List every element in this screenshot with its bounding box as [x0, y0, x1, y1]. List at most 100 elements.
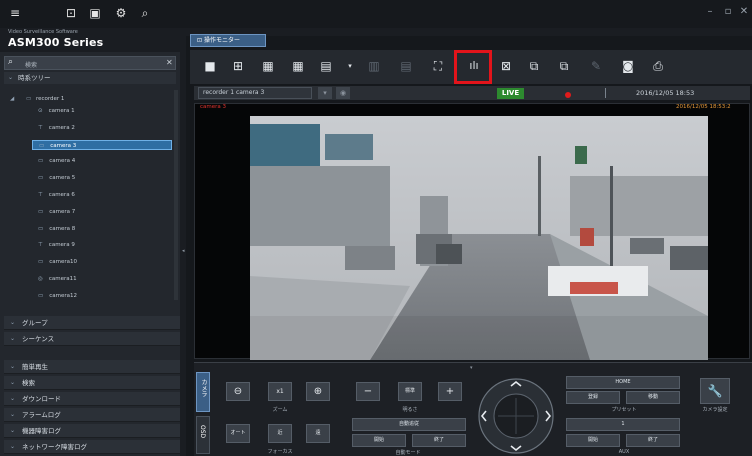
auto-mode-end-button[interactable]: 終了	[412, 434, 466, 447]
layout-custom-icon[interactable]: ▥	[364, 56, 384, 76]
image-icon[interactable]: ▣	[88, 6, 102, 20]
sidebar-section[interactable]: ⌄ 機器障害ログ	[4, 424, 180, 438]
layout-dropdown-icon[interactable]: ▾	[340, 56, 360, 76]
camera-item[interactable]: ⊤ camera 6	[32, 190, 172, 200]
tree-header[interactable]: ⌄ 時系ツリー	[4, 72, 176, 84]
minimize-button[interactable]: –	[704, 6, 716, 18]
preset-select[interactable]: HOME	[566, 376, 680, 389]
brightness-plus-button[interactable]: +	[438, 382, 462, 401]
brightness-minus-button[interactable]: −	[356, 382, 380, 401]
camera-item[interactable]: ◎ camera11	[32, 274, 172, 284]
camera-settings-caption: カメラ設定	[702, 407, 728, 413]
tab-camera[interactable]: カメラ	[196, 372, 210, 412]
fullscreen-icon[interactable]: ⛶	[428, 56, 448, 76]
recorder-icon: ▭	[25, 96, 32, 102]
camera-select-dropdown-icon[interactable]: ▾	[318, 87, 332, 99]
edit-icon[interactable]: ✎	[586, 56, 606, 76]
sidebar-section[interactable]: ⌄ グループ	[4, 316, 180, 330]
zoom-x1-button[interactable]: x1	[268, 382, 292, 401]
layout-1x1-icon[interactable]: ■	[200, 56, 220, 76]
clear-icon[interactable]: ✕	[166, 58, 173, 67]
zoom-in-button[interactable]: ⊕	[306, 382, 330, 401]
sidebar-section[interactable]: ⌄ 検索	[4, 376, 180, 390]
camera-item[interactable]: ⊙ camera 1	[32, 106, 172, 116]
sidebar-section-label: 簡単再生	[22, 363, 48, 371]
camera-settings-button[interactable]: 🔧	[700, 378, 730, 404]
auto-mode-start-button[interactable]: 開始	[352, 434, 406, 447]
menu-icon[interactable]: ≡	[8, 6, 22, 20]
focus-far-button[interactable]: 遠	[306, 424, 330, 443]
zoom-out-button[interactable]: ⊖	[226, 382, 250, 401]
sidebar-section-label: 機器障害ログ	[22, 427, 61, 435]
layout-3x3-icon[interactable]: ▦	[258, 56, 278, 76]
sidebar-section-label: ネットワーク障害ログ	[22, 443, 87, 451]
tab-operation-monitor[interactable]: ⊡ 操作モニター	[190, 34, 266, 47]
camera-item[interactable]: ▭ camera 5	[32, 173, 172, 183]
sidebar-section[interactable]: ⌄ ネットワーク障害ログ	[4, 440, 180, 454]
live-badge: LIVE	[497, 88, 524, 99]
brand-subtitle: Video Surveillance Software	[8, 29, 78, 35]
gear-icon[interactable]: ⚙	[114, 6, 128, 20]
camera-item[interactable]: ▭ camera 8	[32, 224, 172, 234]
tab-osd[interactable]: OSD	[196, 416, 210, 454]
camera-item-label: camera 6	[48, 192, 75, 198]
sidebar-section[interactable]: ⌄ 簡単再生	[4, 360, 180, 374]
camera-icon: ⊤	[38, 242, 43, 249]
camera-icon: ▭	[38, 158, 44, 165]
camera-item[interactable]: ▭ camera 7	[32, 207, 172, 217]
search-placeholder: 検索	[25, 62, 38, 69]
focus-auto-button[interactable]: オート	[226, 424, 250, 443]
camera-info-icon[interactable]: ◉	[336, 87, 350, 99]
sidebar-collapse-icon[interactable]: ◂	[182, 248, 185, 254]
layout-wide-icon[interactable]: ▤	[396, 56, 416, 76]
camera-icon: ▭	[38, 292, 44, 299]
layout-2x2-icon[interactable]: ⊞	[228, 56, 248, 76]
search-icon: ⌕	[8, 57, 14, 67]
recorder-node[interactable]: ◢ ▭ recorder 1	[10, 94, 170, 104]
collapse-icon: ◢	[10, 96, 15, 102]
camera-item-label: camera 9	[48, 242, 75, 249]
maximize-button[interactable]: ▫	[722, 6, 734, 18]
snapshot-grid-icon[interactable]: ⊠	[496, 56, 516, 76]
camera-item-label: camera12	[49, 292, 77, 299]
preset-register-button[interactable]: 登録	[566, 391, 620, 404]
search-input[interactable]: ⌕ 検索 ✕	[4, 56, 176, 70]
chevron-down-icon: ⌄	[10, 411, 16, 418]
camera-item[interactable]: ⊤ camera 9	[32, 240, 172, 250]
camera-item[interactable]: ▭ camera 3	[32, 139, 172, 150]
playback-icon[interactable]: ⧉	[524, 56, 544, 76]
focus-near-button[interactable]: 近	[268, 424, 292, 443]
camera-item[interactable]: ▭ camera 4	[32, 156, 172, 166]
sidebar-section[interactable]: ⌄ シーケンス	[4, 332, 180, 346]
close-button[interactable]: ✕	[738, 6, 750, 18]
sidebar-section[interactable]: ⌄ ダウンロード	[4, 392, 180, 406]
camera-icon[interactable]: ◙	[618, 56, 638, 76]
layout-list-icon[interactable]: ▤	[316, 56, 336, 76]
highlight-box	[454, 50, 492, 84]
aux-end-button[interactable]: 終了	[626, 434, 680, 447]
ptz-control-pad[interactable]	[478, 378, 554, 454]
preset-move-button[interactable]: 移動	[626, 391, 680, 404]
panel-collapse-icon[interactable]: ▾	[470, 365, 473, 371]
layout-4x4-icon[interactable]: ▦	[288, 56, 308, 76]
monitor-icon[interactable]: ⊡	[64, 6, 78, 20]
camera-icon: ◎	[38, 276, 43, 282]
aux-select[interactable]: 1	[566, 418, 680, 431]
sidebar-scrollbar[interactable]	[174, 90, 178, 300]
search-icon[interactable]: ⌕	[138, 6, 152, 20]
recording-indicator	[565, 92, 571, 98]
chevron-down-icon: ⌄	[10, 427, 16, 434]
camera-item[interactable]: ▭ camera12	[32, 291, 172, 301]
camera-item[interactable]: ▭ camera10	[32, 257, 172, 267]
copy-icon[interactable]: ⧉	[554, 56, 574, 76]
camera-item[interactable]: ⊤ camera 2	[32, 123, 172, 133]
aux-start-button[interactable]: 開始	[566, 434, 620, 447]
recorder-label: recorder 1	[35, 96, 65, 102]
camera-item-label: camera 1	[48, 108, 75, 114]
sidebar-section[interactable]: ⌄ アラームログ	[4, 408, 180, 422]
chevron-down-icon: ⌄	[8, 74, 14, 81]
auto-mode-select[interactable]: 自動追従	[352, 418, 466, 431]
print-icon[interactable]: ⎙	[648, 56, 668, 76]
camera-select[interactable]: recorder 1 camera 3	[198, 87, 312, 99]
brightness-standard-button[interactable]: 標準	[398, 382, 422, 401]
